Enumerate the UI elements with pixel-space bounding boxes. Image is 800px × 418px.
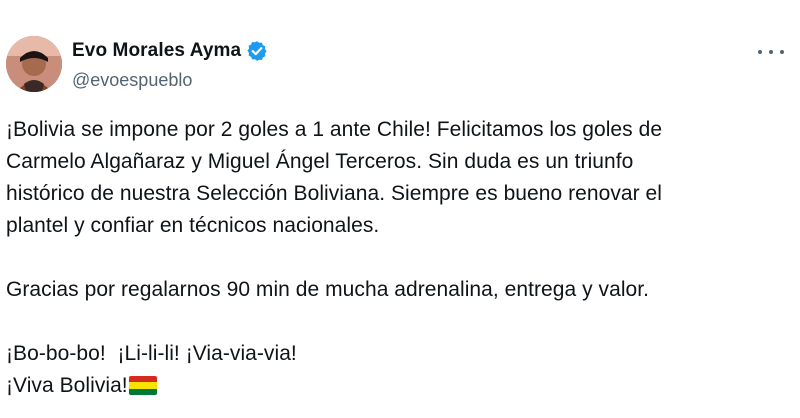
tweet-line: ¡Bo-bo-bo! ¡Li-li-li! ¡Via-via-via!	[6, 342, 297, 365]
more-dot-icon	[758, 50, 762, 54]
tweet-paragraph-3: ¡Bo-bo-bo! ¡Li-li-li! ¡Via-via-via! ¡Viv…	[6, 338, 786, 402]
more-dot-icon	[769, 50, 773, 54]
tweet-paragraph-1: ¡Bolivia se impone por 2 goles a 1 ante …	[6, 114, 786, 242]
verified-badge-icon	[246, 40, 268, 62]
more-dot-icon	[780, 50, 784, 54]
display-name[interactable]: Evo Morales Ayma	[72, 40, 241, 62]
tweet-line: histórico de nuestra Selección Boliviana…	[6, 182, 662, 205]
tweet-line: ¡Viva Bolivia!	[6, 374, 128, 397]
avatar-image	[6, 36, 62, 92]
tweet-text: ¡Bolivia se impone por 2 goles a 1 ante …	[6, 114, 786, 402]
tweet-line: Gracias por regalarnos 90 min de mucha a…	[6, 278, 650, 301]
user-handle[interactable]: @evoespueblo	[72, 70, 268, 91]
tweet-line: plantel y confiar en técnicos nacionales…	[6, 214, 380, 237]
tweet-line: ¡Bolivia se impone por 2 goles a 1 ante …	[6, 118, 663, 141]
tweet-header: Evo Morales Ayma @evoespueblo	[6, 36, 796, 96]
avatar[interactable]	[6, 36, 62, 92]
tweet-line: Carmelo Algañaraz y Miguel Ángel Tercero…	[6, 150, 634, 173]
bolivia-flag-icon	[128, 376, 157, 395]
name-row: Evo Morales Ayma	[72, 39, 268, 63]
tweet-card: Evo Morales Ayma @evoespueblo ¡Bolivia s…	[0, 0, 800, 418]
tweet-paragraph-2: Gracias por regalarnos 90 min de mucha a…	[6, 274, 786, 306]
more-options-icon[interactable]	[758, 42, 784, 62]
author-info: Evo Morales Ayma @evoespueblo	[72, 39, 268, 91]
